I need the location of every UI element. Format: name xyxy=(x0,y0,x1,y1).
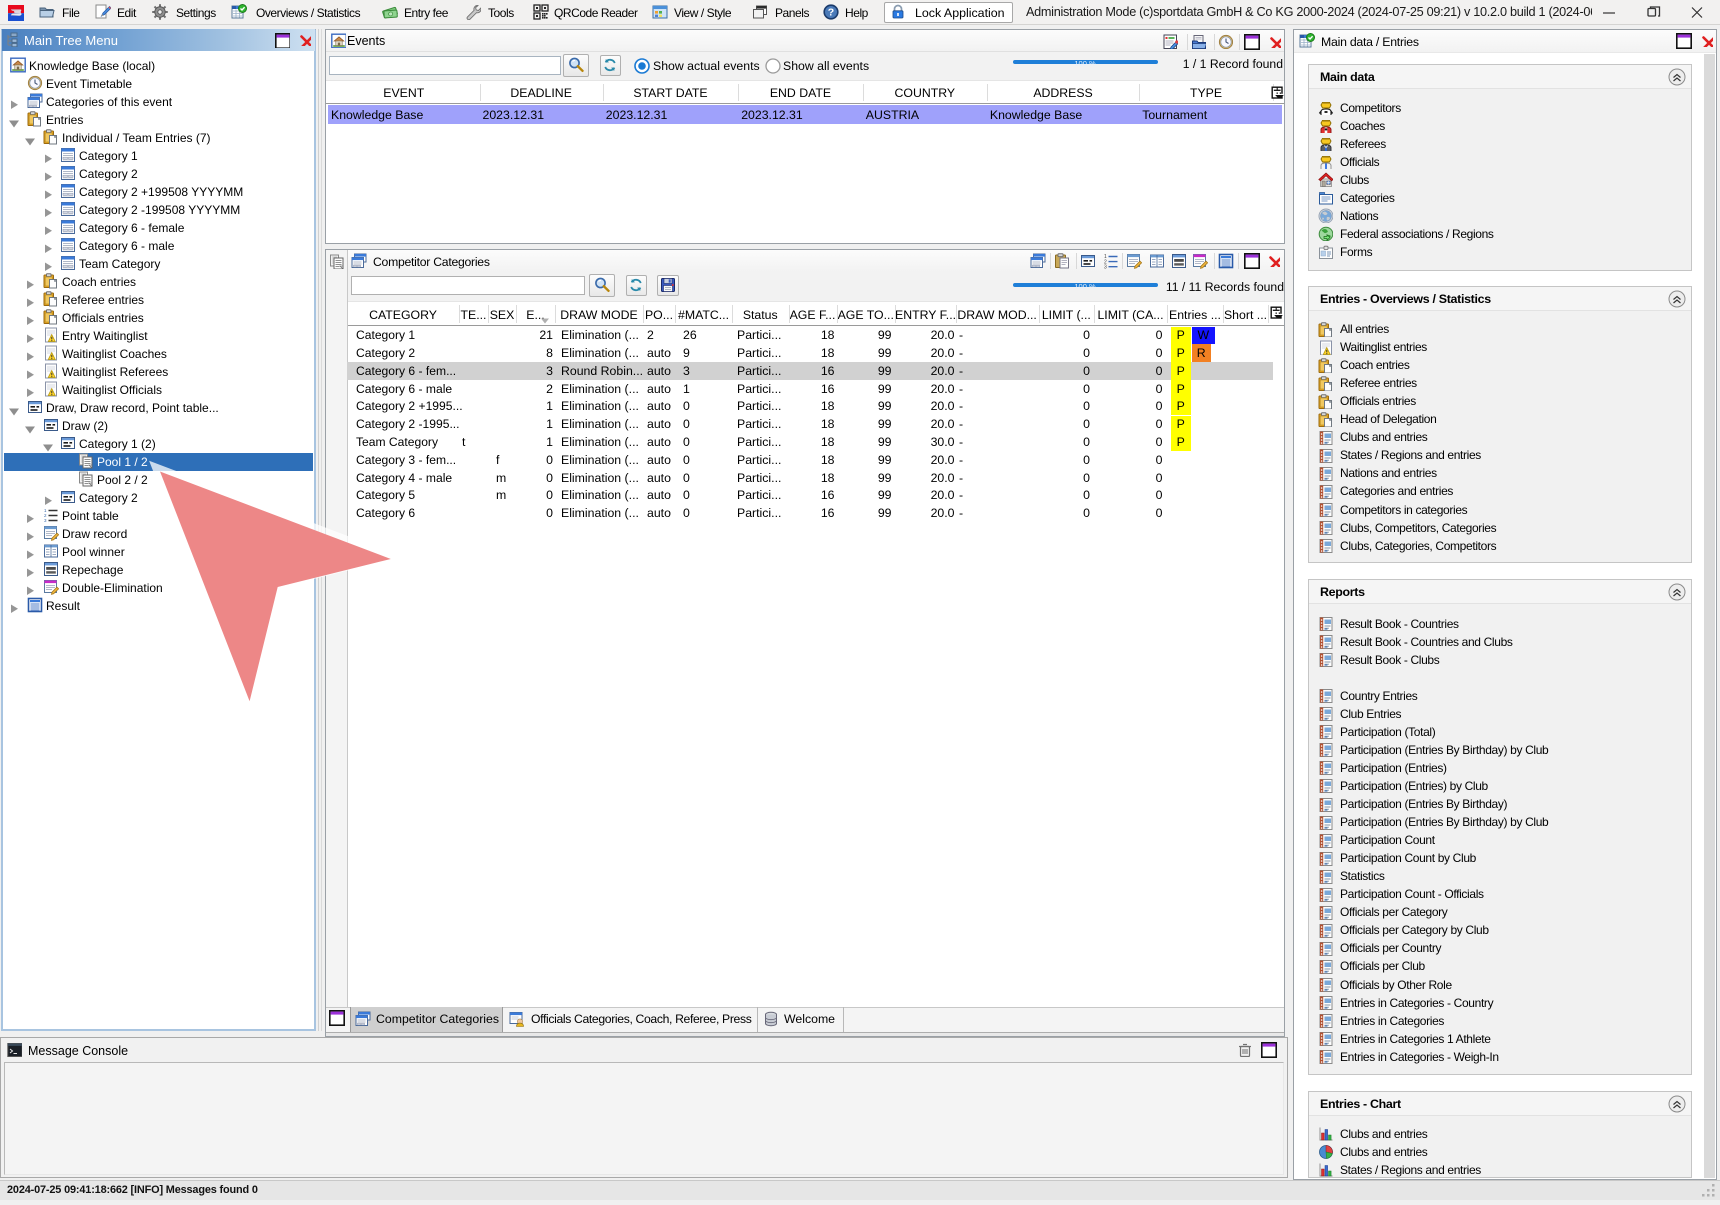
svg-text:3: 3 xyxy=(44,518,47,523)
svg-text:3: 3 xyxy=(1104,265,1107,269)
svg-text:?: ? xyxy=(828,7,834,19)
